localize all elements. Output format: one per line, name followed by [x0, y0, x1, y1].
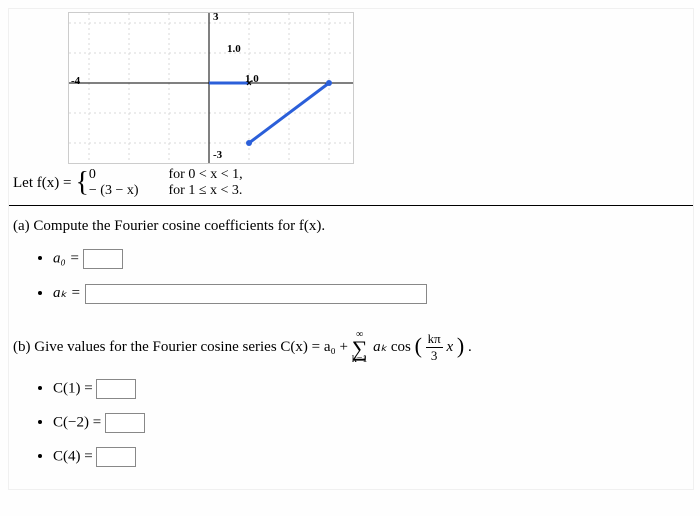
ak-coef: aₖ: [373, 339, 387, 355]
tail-period: .: [468, 339, 472, 355]
graph-panel: -4 1.0 1.0 3 -3: [9, 9, 693, 163]
series-lhs: C(x) = a₀ +: [280, 339, 351, 355]
rparen-icon: ): [457, 333, 464, 358]
case2-expr: − (3 − x): [89, 183, 139, 199]
yaxis-top: 3: [213, 11, 219, 23]
case1-expr: 0: [89, 167, 139, 183]
function-definition: Let f(x) = { 0 for 0 < x < 1, − (3 − x) …: [9, 163, 693, 205]
c4-label: C(4) =: [53, 448, 93, 464]
a0-label: a₀ =: [53, 250, 80, 266]
frac-den: 3: [426, 348, 443, 364]
part-b-prefix: (b) Give values for the Fourier cosine s…: [13, 339, 280, 355]
separator: [9, 205, 693, 206]
lparen-icon: (: [415, 333, 422, 358]
brace-icon: {: [75, 170, 88, 196]
xvar: x: [446, 339, 453, 355]
c1-label: C(1) =: [53, 380, 93, 396]
cos-text: cos: [391, 339, 411, 355]
c1-input[interactable]: [96, 379, 136, 399]
cminus2-label: C(−2) =: [53, 414, 101, 430]
part-a: (a) Compute the Fourier cosine coefficie…: [9, 214, 693, 326]
cminus2-input[interactable]: [105, 413, 145, 433]
fdef-lhs: Let f(x) =: [13, 175, 71, 192]
part-b: (b) Give values for the Fourier cosine s…: [9, 326, 693, 489]
ak-input[interactable]: [85, 284, 427, 304]
part-a-prompt: (a) Compute the Fourier cosine coefficie…: [13, 218, 325, 234]
a0-input[interactable]: [83, 249, 123, 269]
xtick-1: 1.0: [245, 73, 259, 85]
sigma-icon: ∑: [352, 336, 368, 361]
piecewise-graph: -4 1.0 1.0 3 -3: [69, 13, 353, 163]
ytick-1: 1.0: [227, 43, 241, 55]
frac-num: kπ: [426, 331, 443, 348]
yaxis-bottom: -3: [213, 149, 222, 161]
case2-cond: for 1 ≤ x < 3.: [169, 183, 243, 199]
xaxis-min: -4: [71, 75, 80, 87]
c4-input[interactable]: [96, 447, 136, 467]
ak-label: aₖ =: [53, 285, 81, 301]
case1-cond: for 0 < x < 1,: [169, 167, 243, 183]
